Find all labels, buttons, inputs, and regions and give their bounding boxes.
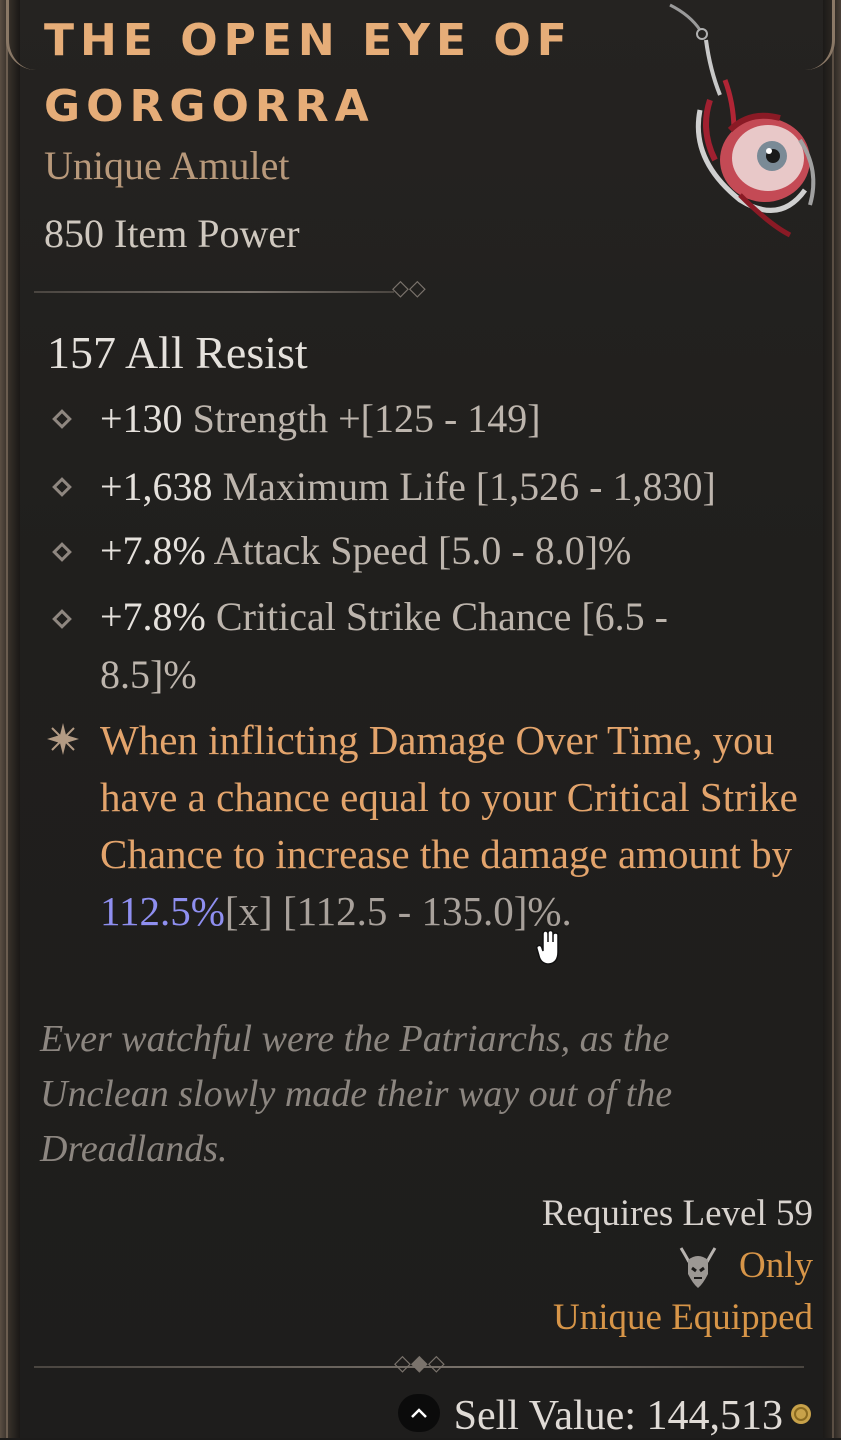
- affix-value: +130: [100, 396, 183, 441]
- amulet-eye-icon: [669, 3, 816, 238]
- hand-cursor-icon: [536, 930, 559, 965]
- class-requirement: Only: [739, 1245, 813, 1286]
- sell-value: Sell Value: 144,513: [453, 1393, 783, 1439]
- scroll-up-button[interactable]: [398, 1394, 440, 1432]
- chevron-up-icon: [411, 1408, 427, 1418]
- item-type: Unique Amulet: [44, 143, 290, 188]
- unique-equipped-label: Unique Equipped: [553, 1297, 813, 1338]
- required-level: Requires Level 59: [541, 1193, 813, 1234]
- affix-line: +7.8% Critical Strike Chance [6.5 - 8.5]…: [100, 588, 740, 704]
- affix-text: Attack Speed [5.0 - 8.0]%: [205, 528, 632, 573]
- flavor-text: Ever watchful were the Patriarchs, as th…: [40, 1018, 673, 1170]
- necromancer-class-icon: [679, 1247, 717, 1288]
- unique-power-description: When inflicting Damage Over Time, you ha…: [100, 717, 798, 877]
- frame-corner-ornament: [6, 0, 49, 70]
- item-power: 850 Item Power: [44, 211, 300, 256]
- affix-bullet-icon: [52, 477, 72, 497]
- divider-ornament: ◇◆◇: [394, 1351, 445, 1376]
- affix-line: +7.8% Attack Speed [5.0 - 8.0]%: [100, 522, 780, 580]
- unique-power-multiplier: [x]: [224, 888, 273, 934]
- implicit-stat: 157 All Resist: [47, 327, 308, 378]
- affix-bullet-icon: [52, 609, 72, 629]
- affix-line: +130 Strength +[125 - 149]: [100, 390, 780, 448]
- unique-power-text: When inflicting Damage Over Time, you ha…: [100, 712, 800, 940]
- affix-bullet-icon: [52, 542, 72, 562]
- affix-value: +1,638: [100, 464, 213, 509]
- affix-value: +7.8%: [100, 594, 206, 639]
- gold-coin-icon: [791, 1404, 811, 1424]
- affix-value: +7.8%: [100, 528, 206, 573]
- unique-power-value: 112.5%: [100, 888, 225, 934]
- affix-text: Maximum Life [1,526 - 1,830]: [212, 464, 716, 509]
- item-tooltip-panel: THE OPEN EYE OF GORGORRA Unique Amulet 8…: [0, 0, 841, 1439]
- affix-line: +1,638 Maximum Life [1,526 - 1,830]: [100, 458, 780, 516]
- unique-power-star-icon: [47, 723, 79, 755]
- divider-ornament: ◇◇: [392, 276, 426, 301]
- item-title: THE OPEN EYE OF GORGORRA: [44, 15, 573, 132]
- affix-text: Strength +[125 - 149]: [182, 396, 541, 441]
- affix-bullet-icon: [52, 409, 72, 429]
- tooltip-frame-left: [0, 0, 20, 1438]
- unique-power-range: [112.5 - 135.0]%.: [272, 888, 572, 934]
- section-divider: [34, 291, 394, 293]
